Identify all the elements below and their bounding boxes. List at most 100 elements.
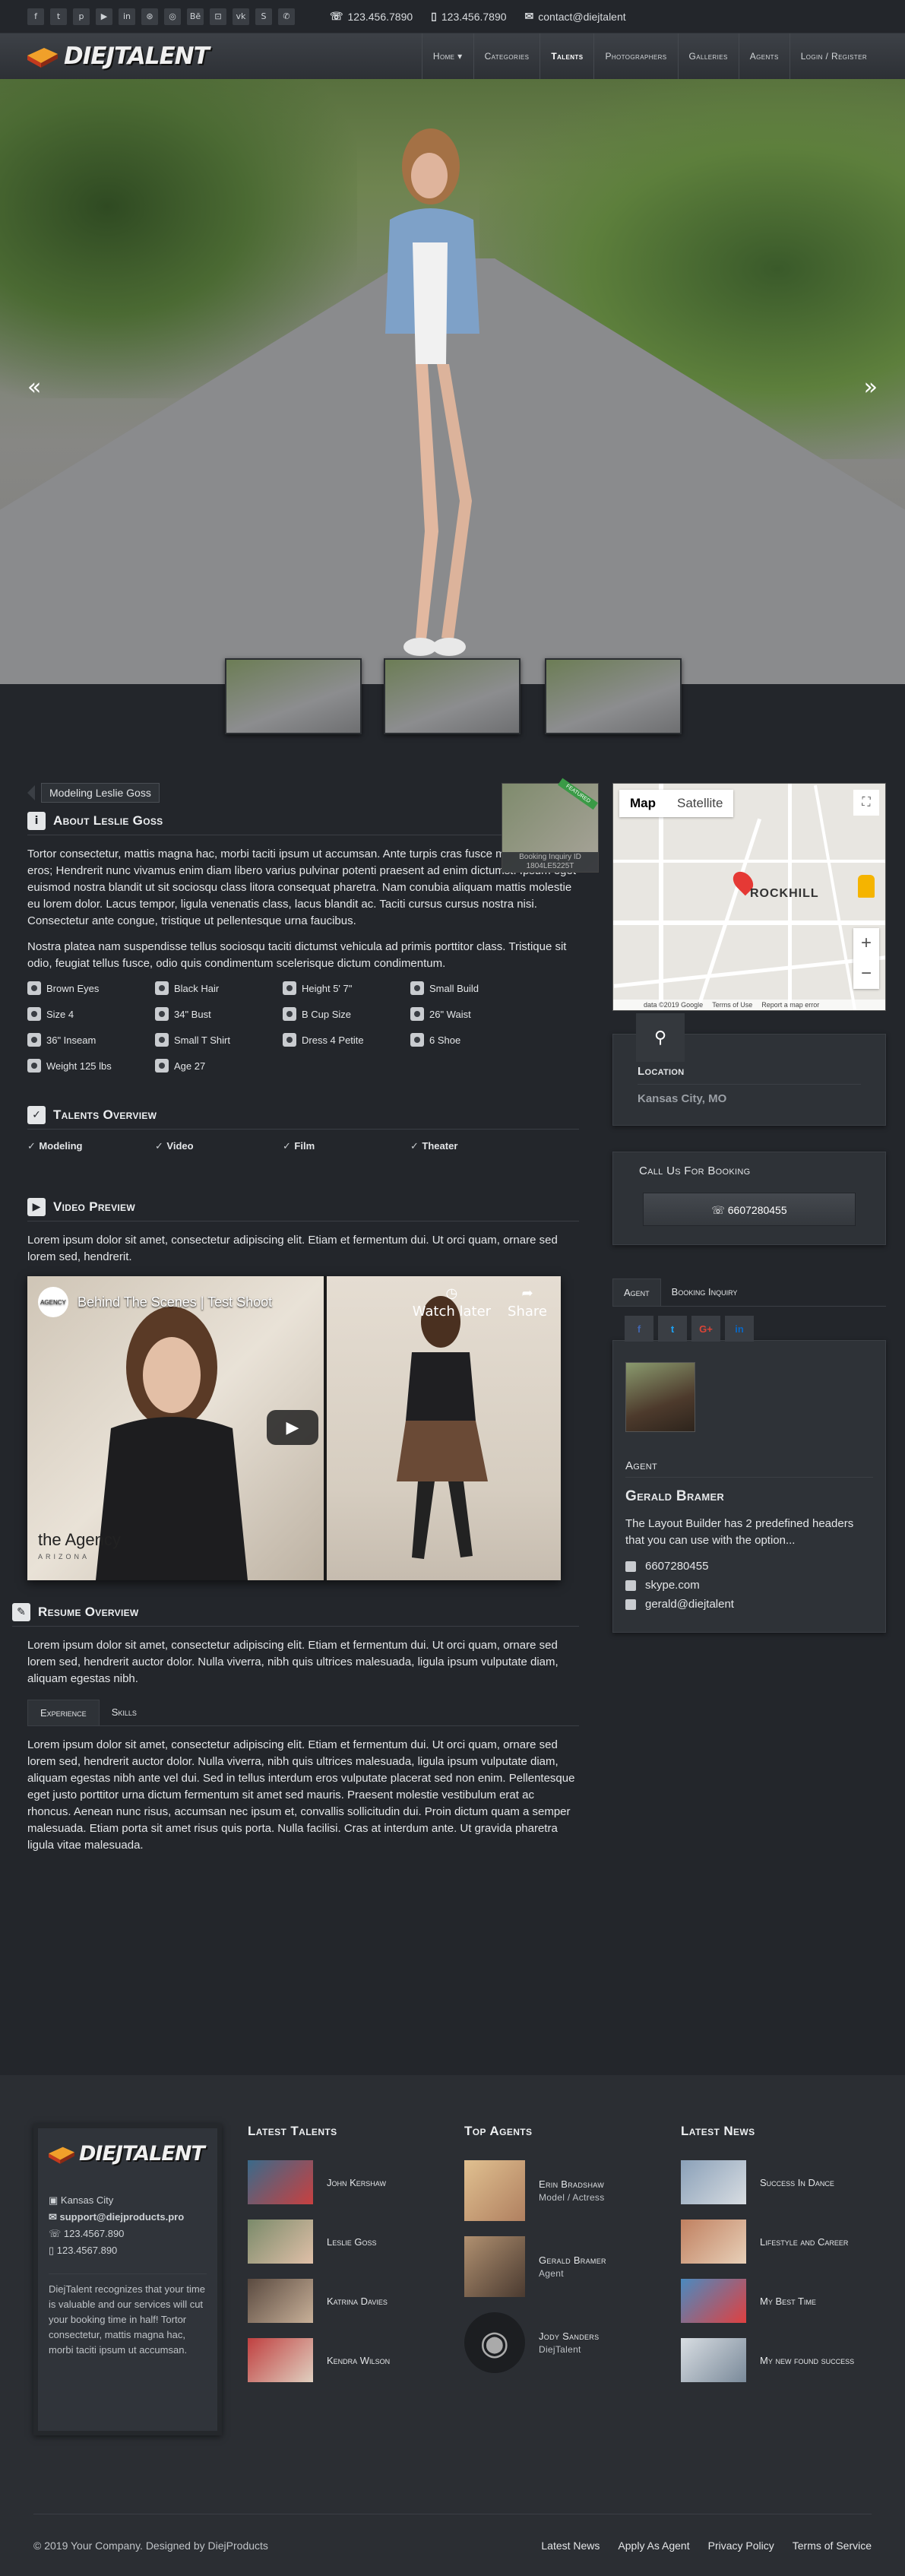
top-agents-column: Top Agents Erin Bradshaw Model / Actress …	[464, 2124, 606, 2388]
instagram-icon[interactable]: ◎	[164, 8, 181, 25]
attribute-item: Age 27	[155, 1059, 283, 1073]
location-map[interactable]: Map Satellite ⛶ ROCKHILL + − data ©2019 …	[612, 783, 886, 1011]
agent-name[interactable]: Gerald Bramer	[625, 1488, 873, 1505]
attribute-item: Small T Shirt	[155, 1033, 283, 1047]
pinterest-icon[interactable]: p	[73, 8, 90, 25]
resume-text: Lorem ipsum dolor sit amet, consectetur …	[27, 1639, 559, 1685]
footer-logo[interactable]: DIEJTALENT	[49, 2142, 207, 2166]
agent-photo	[464, 2236, 525, 2297]
footer-links: Latest News Apply As Agent Privacy Polic…	[541, 2540, 872, 2552]
video-caption[interactable]: Behind The Scenes | Test Shoot	[78, 1294, 272, 1310]
linkedin-icon[interactable]: in	[725, 1316, 754, 1342]
satellite-button[interactable]: Satellite	[666, 790, 733, 817]
booking-call-button[interactable]: ☏ 6607280455	[643, 1193, 856, 1226]
agent-email-row[interactable]: gerald@diejtalent	[625, 1598, 873, 1611]
pencil-icon: ✎	[12, 1603, 30, 1621]
attribute-label: Weight 125 lbs	[46, 1060, 112, 1072]
watch-later-button[interactable]: ◷ Watch later	[413, 1285, 491, 1322]
facebook-icon[interactable]: f	[27, 8, 44, 25]
linkedin-icon[interactable]: in	[119, 8, 135, 25]
attribute-item: 34" Bust	[155, 1007, 283, 1021]
video-actions: ◷ Watch later ➦ Share	[413, 1285, 547, 1322]
slider-next-icon[interactable]: »	[864, 374, 878, 401]
agent-avatar[interactable]	[625, 1362, 695, 1432]
video-title-bar: AGENCY Behind The Scenes | Test Shoot	[38, 1287, 272, 1317]
mobile-contact[interactable]: ▯ 123.456.7890	[431, 10, 506, 23]
map-terms-link[interactable]: Terms of Use	[712, 1001, 752, 1009]
nav-galleries[interactable]: Galleries	[677, 33, 739, 79]
location-value: Kansas City, MO	[638, 1092, 727, 1105]
channel-avatar[interactable]: AGENCY	[38, 1287, 68, 1317]
news-item[interactable]: Lifestyle and Career	[681, 2220, 854, 2264]
attribute-item: 36" Inseam	[27, 1033, 155, 1047]
attribute-item: 26" Waist	[410, 1007, 538, 1021]
agent-role: Model / Actress	[539, 2192, 605, 2203]
nav-photographers[interactable]: Photographers	[593, 33, 677, 79]
footer-email[interactable]: support@diejproducts.pro	[60, 2211, 185, 2223]
tab-booking-inquiry[interactable]: Booking Inquiry	[661, 1278, 748, 1306]
talent-item[interactable]: John Kershaw	[248, 2160, 390, 2204]
email-contact[interactable]: ✉ contact@diejtalent	[525, 10, 626, 23]
vk-icon[interactable]: vk	[233, 8, 249, 25]
footer-link-terms[interactable]: Terms of Service	[793, 2540, 872, 2552]
zoom-in-button[interactable]: +	[853, 928, 879, 958]
slider-prev-icon[interactable]: «	[27, 374, 41, 401]
google-plus-icon[interactable]: G+	[691, 1316, 720, 1342]
zoom-out-button[interactable]: −	[853, 958, 879, 989]
talent-item[interactable]: Kendra Wilson	[248, 2338, 390, 2382]
phone-contact[interactable]: ☏ 123.456.7890	[330, 10, 413, 23]
profile-content: Modeling Leslie Goss i About Leslie Goss …	[12, 783, 579, 1863]
skype-icon[interactable]: S	[255, 8, 272, 25]
nav-home[interactable]: Home ▾	[421, 33, 473, 79]
category-tag[interactable]: Modeling Leslie Goss	[41, 783, 160, 803]
hero-thumbnail[interactable]	[384, 658, 521, 734]
agent-phone-row[interactable]: 6607280455	[625, 1560, 873, 1573]
map-footer: data ©2019 Google Terms of Use Report a …	[613, 1000, 885, 1010]
tab-agent[interactable]: Agent	[612, 1278, 661, 1306]
zoom-controls: + −	[853, 928, 879, 989]
agent-item[interactable]: Erin Bradshaw Model / Actress	[464, 2160, 606, 2221]
youtube-icon[interactable]: ▶	[96, 8, 112, 25]
footer-link-latest-news[interactable]: Latest News	[541, 2540, 600, 2552]
talent-item[interactable]: Katrina Davies	[248, 2279, 390, 2323]
nav-login-register[interactable]: Login / Register	[789, 33, 878, 79]
footer-link-apply-agent[interactable]: Apply As Agent	[618, 2540, 689, 2552]
phone-icon: ☏	[711, 1204, 728, 1216]
agent-skype-row[interactable]: skype.com	[625, 1579, 873, 1592]
talent-item[interactable]: Leslie Goss	[248, 2220, 390, 2264]
pegman-icon[interactable]	[858, 875, 875, 898]
nav-categories[interactable]: Categories	[473, 33, 540, 79]
agent-item[interactable]: ◉ Jody Sanders DiejTalent	[464, 2312, 606, 2373]
footer-link-privacy[interactable]: Privacy Policy	[708, 2540, 774, 2552]
hero-slider: « »	[0, 79, 905, 684]
fullscreen-icon[interactable]: ⛶	[853, 790, 879, 816]
mobile-icon: ▯	[431, 10, 437, 22]
hero-thumbnail[interactable]	[225, 658, 362, 734]
play-button[interactable]: ▶	[267, 1410, 318, 1445]
facebook-icon[interactable]: f	[625, 1316, 653, 1342]
nav-agents[interactable]: Agents	[738, 33, 790, 79]
tab-experience[interactable]: Experience	[27, 1700, 100, 1725]
news-item[interactable]: My new found success	[681, 2338, 854, 2382]
site-logo[interactable]: DIEJTALENT	[27, 43, 210, 70]
profile-main: Modeling Leslie Goss i About Leslie Goss …	[0, 745, 905, 2075]
tab-skills[interactable]: Skills	[100, 1700, 149, 1725]
whatsapp-icon[interactable]: ✆	[278, 8, 295, 25]
share-button[interactable]: ➦ Share	[508, 1285, 547, 1322]
hero-thumbnail[interactable]	[545, 658, 682, 734]
news-item[interactable]: My Best Time	[681, 2279, 854, 2323]
flickr-icon[interactable]: ⊡	[210, 8, 226, 25]
map-button[interactable]: Map	[619, 790, 666, 817]
dribbble-icon[interactable]: ⊛	[141, 8, 158, 25]
news-item[interactable]: Success In Dance	[681, 2160, 854, 2204]
agent-item[interactable]: Gerald Bramer Agent	[464, 2236, 606, 2297]
video-player[interactable]: the Agency ARIZONA AGENCY Behind The Scene…	[27, 1276, 561, 1580]
booking-thumbnail[interactable]: FEATURED Booking Inquiry ID 1804LE5225T	[502, 778, 599, 873]
behance-icon[interactable]: Bē	[187, 8, 204, 25]
news-title: Lifestyle and Career	[760, 2235, 849, 2248]
twitter-icon[interactable]: t	[50, 8, 67, 25]
twitter-icon[interactable]: t	[658, 1316, 687, 1342]
attribute-item: Small Build	[410, 981, 538, 995]
nav-talents[interactable]: Talents	[540, 33, 593, 79]
map-report-link[interactable]: Report a map error	[761, 1001, 819, 1009]
